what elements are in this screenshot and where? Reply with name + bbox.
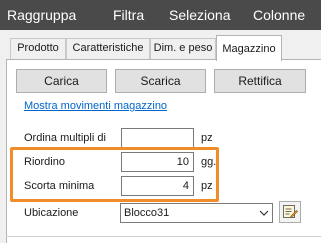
ordina-multipli-unit: pz (201, 132, 213, 144)
ubicazione-label: Ubicazione (24, 207, 79, 219)
mostra-movimenti-link[interactable]: Mostra movimenti magazzino (24, 100, 167, 112)
menu-colonne[interactable]: Colonne (253, 0, 305, 30)
bottom-divider (6, 236, 321, 237)
ubicazione-edit-button[interactable] (279, 201, 301, 223)
carica-button[interactable]: Carica (16, 69, 107, 93)
riordino-label: Riordino (24, 156, 65, 168)
ordina-multipli-label: Ordina multipli di (24, 132, 106, 144)
chevron-down-icon[interactable] (256, 204, 272, 222)
tab-dim-e-peso[interactable]: Dim. e peso (150, 38, 216, 59)
ordina-multipli-input[interactable] (121, 128, 194, 148)
menu-filtra[interactable]: Filtra (113, 0, 144, 30)
menu-bar: Raggruppa Filtra Seleziona Colonne (0, 0, 321, 30)
scorta-minima-input[interactable]: 4 (121, 176, 194, 196)
riordino-input[interactable]: 10 (121, 152, 194, 172)
ubicazione-select[interactable]: Blocco31 (120, 203, 273, 223)
edit-note-icon (282, 203, 298, 222)
scarica-button[interactable]: Scarica (115, 69, 206, 93)
scorta-minima-label: Scorta minima (24, 180, 95, 192)
menu-raggruppa[interactable]: Raggruppa (7, 0, 76, 30)
riordino-unit: gg. (201, 156, 217, 168)
tab-magazzino[interactable]: Magazzino (216, 35, 282, 61)
scorta-minima-unit: pz (201, 180, 213, 192)
ubicazione-value: Blocco31 (124, 207, 170, 219)
tab-strip: Prodotto Caratteristiche Dim. e peso Mag… (0, 30, 321, 61)
tab-caratteristiche[interactable]: Caratteristiche (66, 38, 150, 59)
menu-seleziona[interactable]: Seleziona (169, 0, 231, 30)
rettifica-button[interactable]: Rettifica (214, 69, 306, 93)
tab-prodotto[interactable]: Prodotto (10, 38, 66, 59)
